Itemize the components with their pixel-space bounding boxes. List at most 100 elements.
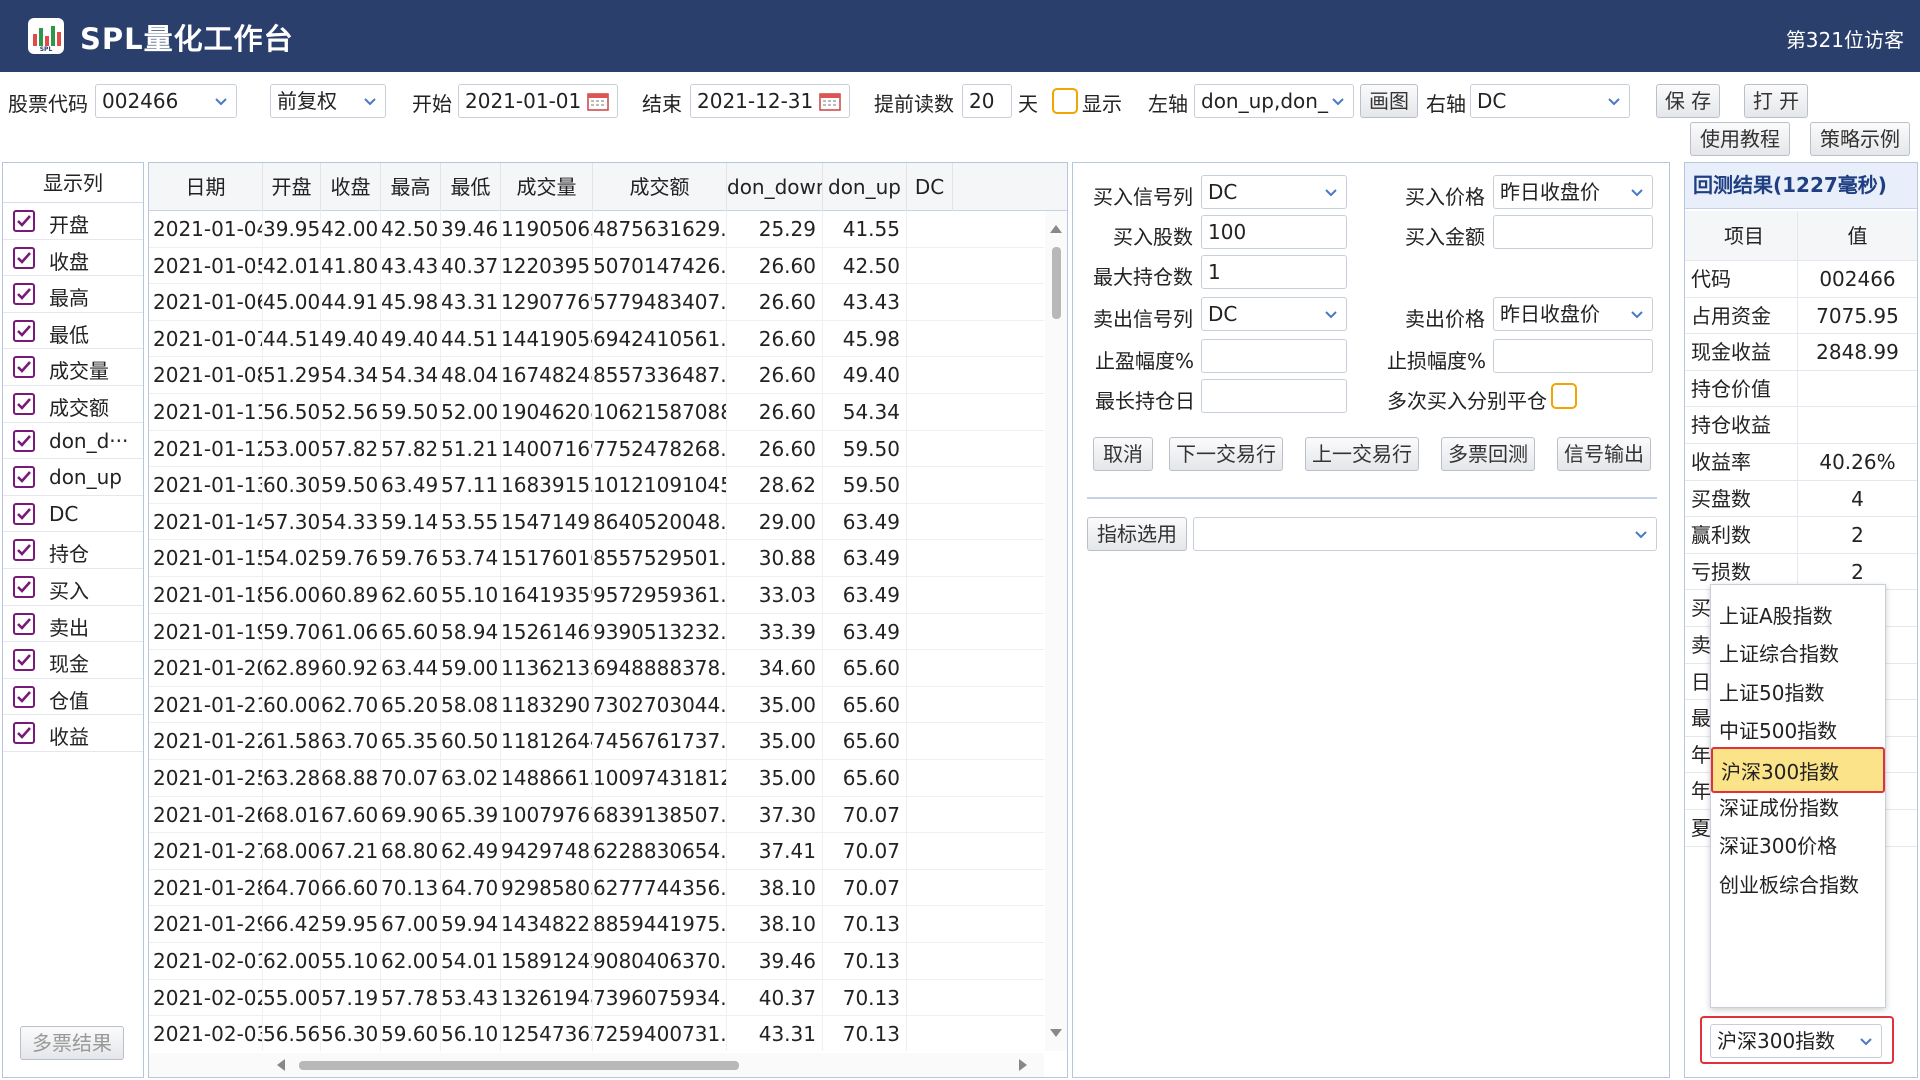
table-row[interactable]: 2021-01-27 68.00 67.21 68.80 62.49 94297485 62… [149, 833, 1044, 870]
table-row[interactable]: 2021-01-0645.0044.9145.9843.311290776915… [149, 284, 1044, 321]
column-toggle-item[interactable]: 买入 [3, 569, 143, 606]
column-toggle-item[interactable]: don_d··· [3, 423, 143, 460]
multi-result-button[interactable]: 多票结果 [20, 1026, 124, 1060]
scroll-down-icon[interactable] [1050, 1029, 1062, 1037]
strategy-example-button[interactable]: 策略示例 [1810, 122, 1910, 156]
table-row[interactable]: 2021-01-1253.0057.8257.8251.211400716997… [149, 430, 1044, 468]
cancel-button[interactable]: 取消 [1093, 437, 1153, 471]
table-row[interactable]: 2021-01-1856.0060.8962.6055.101641935989… [149, 577, 1044, 614]
table-row[interactable]: 2021-01-0744.5149.4049.4044.511441905486… [149, 320, 1044, 358]
grid-column-header[interactable]: 成交量 [501, 163, 593, 211]
checkbox-checked-icon[interactable] [13, 466, 35, 489]
vertical-scroll-thumb[interactable] [1052, 247, 1061, 319]
checkbox-checked-icon[interactable] [13, 283, 35, 306]
sell-price-select[interactable]: 昨日收盘价 [1493, 297, 1653, 331]
table-row[interactable]: 2021-01-2966.4259.9567.0059.941434822528… [149, 906, 1044, 943]
grid-column-header[interactable]: 收盘 [321, 163, 381, 211]
adjust-select[interactable]: 前复权 [270, 84, 386, 118]
start-date-field[interactable]: 2021-01-01 [458, 84, 618, 118]
signal-output-button[interactable]: 信号输出 [1557, 437, 1651, 471]
table-row[interactable]: 2021-02-0356.5656.3059.6056.101254736237… [149, 1016, 1044, 1051]
checkbox-checked-icon[interactable] [13, 722, 35, 745]
table-row[interactable]: 2021-01-2160.0062.7065.2058.081183290147… [149, 686, 1044, 724]
table-row[interactable]: 2021-01-0542.0141.8043.4340.371220395165… [149, 247, 1044, 285]
checkbox-checked-icon[interactable] [13, 575, 35, 598]
index-option[interactable]: 创业板综合指数 [1711, 862, 1885, 908]
column-toggle-item[interactable]: 开盘 [3, 203, 143, 240]
index-select[interactable]: 沪深300指数 [1710, 1024, 1882, 1058]
grid-column-header[interactable]: 最高 [381, 163, 441, 211]
preread-input[interactable]: 20 [962, 84, 1012, 118]
multi-backtest-button[interactable]: 多票回测 [1441, 437, 1535, 471]
grid-column-header[interactable]: 成交额 [593, 163, 727, 211]
checkbox-checked-icon[interactable] [13, 210, 35, 232]
scroll-left-icon[interactable] [277, 1059, 285, 1071]
multi-buy-checkbox[interactable] [1551, 383, 1577, 409]
save-button[interactable]: 保 存 [1656, 84, 1720, 118]
checkbox-checked-icon[interactable] [13, 392, 35, 415]
checkbox-checked-icon[interactable] [13, 649, 35, 672]
buy-amount-input[interactable] [1493, 215, 1653, 249]
grid-column-header[interactable]: 最低 [441, 163, 501, 211]
column-toggle-item[interactable]: 现金 [3, 642, 143, 679]
checkbox-checked-icon[interactable] [13, 612, 35, 635]
vertical-scrollbar[interactable] [1045, 211, 1067, 1051]
column-toggle-item[interactable]: 最低 [3, 313, 143, 350]
tutorial-button[interactable]: 使用教程 [1690, 122, 1790, 156]
column-toggle-item[interactable]: 收益 [3, 715, 143, 752]
column-toggle-item[interactable]: 成交量 [3, 349, 143, 386]
table-row[interactable]: 2021-01-1457.3054.3359.1453.551547149128… [149, 503, 1044, 541]
table-row[interactable]: 2021-02-0255.0057.1957.7853.431326194837… [149, 979, 1044, 1017]
table-row[interactable]: 2021-01-2062.8960.9263.4459.001136213396… [149, 650, 1044, 687]
column-toggle-item[interactable]: 仓值 [3, 679, 143, 716]
table-row[interactable]: 2021-01-2261.5863.7065.3560.501181264427… [149, 723, 1044, 760]
checkbox-checked-icon[interactable] [13, 502, 35, 525]
calendar-icon[interactable] [819, 91, 841, 111]
max-hold-days-input[interactable] [1201, 379, 1347, 413]
table-row[interactable]: 2021-01-1360.3059.5063.4957.111683915321… [149, 467, 1044, 504]
column-toggle-item[interactable]: 收盘 [3, 240, 143, 277]
take-profit-input[interactable] [1201, 339, 1347, 373]
indicator-button[interactable]: 指标选用 [1087, 517, 1187, 551]
grid-column-header[interactable]: don_down [727, 163, 823, 211]
table-row[interactable]: 2021-01-1156.5052.5659.5052.001904620891… [149, 394, 1044, 431]
calendar-icon[interactable] [587, 91, 609, 111]
horizontal-scroll-thumb[interactable] [299, 1061, 739, 1070]
prev-trade-button[interactable]: 上一交易行 [1305, 437, 1419, 471]
column-toggle-item[interactable]: 卖出 [3, 606, 143, 643]
table-row[interactable]: 2021-01-2668.0167.6069.9065.391007976786… [149, 796, 1044, 834]
table-row[interactable]: 2021-01-28 64.70 66.60 70.13 64.70 92985803 62… [149, 869, 1044, 907]
indicator-select[interactable] [1193, 517, 1657, 551]
stock-code-select[interactable]: 002466 [95, 84, 237, 118]
table-row[interactable]: 2021-01-1959.7061.0665.6058.941526146289… [149, 613, 1044, 651]
scroll-right-icon[interactable] [1019, 1059, 1027, 1071]
sell-signal-select[interactable]: DC [1201, 297, 1347, 331]
table-row[interactable]: 2021-01-1554.0259.7659.7653.741517601668… [149, 540, 1044, 577]
show-checkbox[interactable] [1052, 88, 1078, 114]
buy-signal-select[interactable]: DC [1201, 175, 1347, 209]
column-toggle-item[interactable]: 成交额 [3, 386, 143, 423]
grid-column-header[interactable]: 开盘 [263, 163, 321, 211]
table-row[interactable]: 2021-02-0162.0055.1062.0054.011589124279… [149, 943, 1044, 980]
draw-button[interactable]: 画图 [1360, 84, 1418, 118]
scroll-up-icon[interactable] [1050, 225, 1062, 233]
checkbox-checked-icon[interactable] [13, 356, 35, 379]
checkbox-checked-icon[interactable] [13, 685, 35, 708]
left-axis-select[interactable]: don_up,don_ [1194, 84, 1354, 118]
checkbox-checked-icon[interactable] [13, 246, 35, 269]
buy-price-select[interactable]: 昨日收盘价 [1493, 175, 1653, 209]
table-row[interactable]: 2021-01-0851.2954.3454.3448.041674824828… [149, 357, 1044, 394]
checkbox-checked-icon[interactable] [13, 319, 35, 342]
grid-column-header[interactable]: 日期 [149, 163, 263, 211]
buy-shares-input[interactable]: 100 [1201, 215, 1347, 249]
column-toggle-item[interactable]: don_up [3, 459, 143, 496]
horizontal-scrollbar[interactable] [149, 1053, 1044, 1077]
column-toggle-item[interactable]: 持仓 [3, 532, 143, 569]
max-position-input[interactable]: 1 [1201, 255, 1347, 289]
next-trade-button[interactable]: 下一交易行 [1169, 437, 1283, 471]
stop-loss-input[interactable] [1493, 339, 1653, 373]
checkbox-checked-icon[interactable] [13, 539, 35, 562]
grid-column-header[interactable]: DC [907, 163, 953, 211]
grid-column-header[interactable]: don_up [823, 163, 907, 211]
column-toggle-item[interactable]: DC [3, 496, 143, 533]
